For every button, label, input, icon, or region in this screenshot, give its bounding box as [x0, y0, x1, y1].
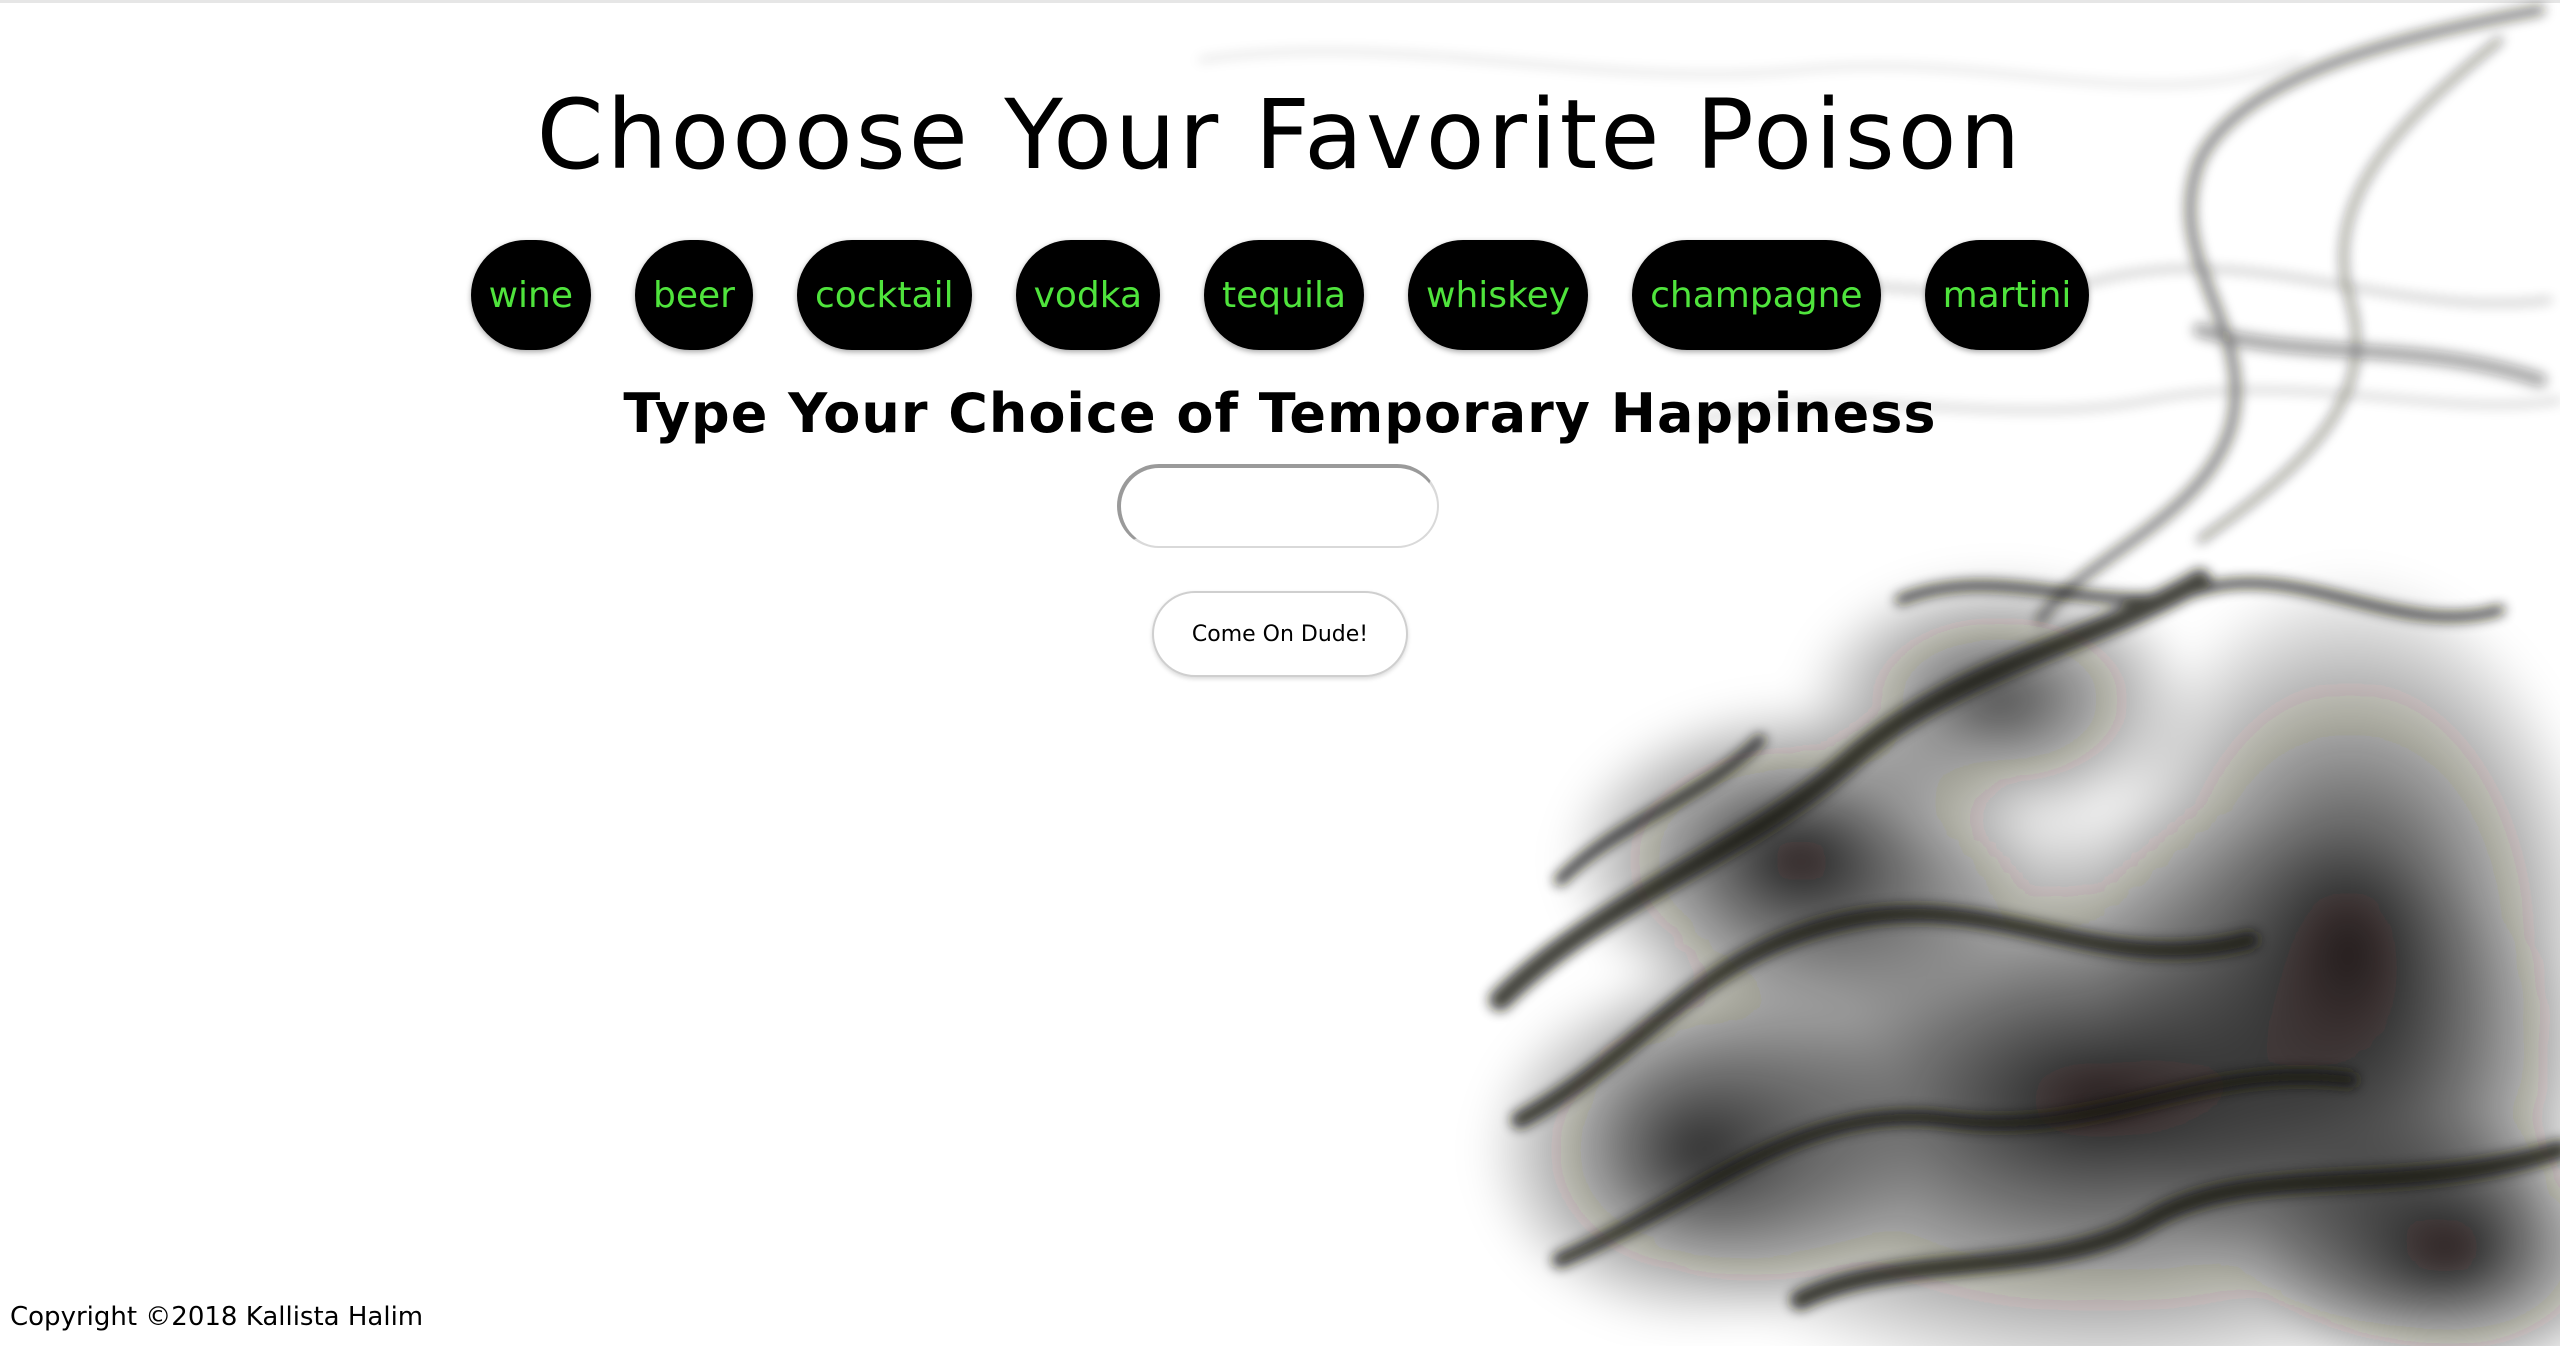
drink-button-whiskey[interactable]: whiskey: [1408, 240, 1589, 350]
drink-button-beer[interactable]: beer: [634, 240, 753, 350]
drink-button-tequila[interactable]: tequila: [1204, 240, 1365, 350]
drink-buttons-row: wine beer cocktail vodka tequila whiskey…: [0, 240, 2560, 350]
top-border: [0, 0, 2560, 3]
drink-button-martini[interactable]: martini: [1924, 240, 2090, 350]
drink-button-champagne[interactable]: champagne: [1632, 240, 1881, 350]
drink-button-wine[interactable]: wine: [470, 240, 591, 350]
page-title: Chooose Your Favorite Poison: [536, 79, 2024, 191]
drink-button-cocktail[interactable]: cocktail: [796, 240, 972, 350]
copyright-footer: Copyright ©2018 Kallista Halim: [10, 1302, 424, 1332]
drink-button-vodka[interactable]: vodka: [1015, 240, 1161, 350]
submit-button[interactable]: Come On Dude!: [1152, 591, 1408, 677]
drink-choice-input[interactable]: [1117, 464, 1439, 548]
input-prompt: Type Your Choice of Temporary Happiness: [623, 382, 1937, 445]
